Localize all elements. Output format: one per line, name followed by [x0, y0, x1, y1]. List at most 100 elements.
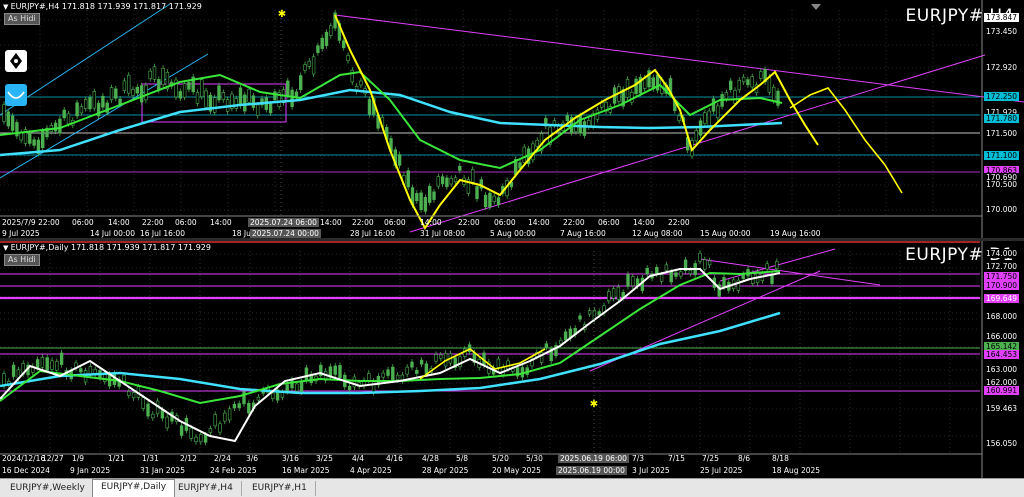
candle [141, 397, 145, 409]
d1-time-label: 7/25 [702, 454, 719, 463]
candle [290, 379, 294, 389]
d1-time-label: 8/18 [772, 454, 789, 463]
d1-date-label: 24 Feb 2025 [210, 466, 257, 475]
curve-tool-button[interactable] [5, 84, 27, 106]
channel-line [0, 53, 209, 179]
d1-time-label: 4/16 [386, 454, 403, 463]
chart-tab[interactable]: EURJPY#,H1 [244, 481, 316, 496]
candle [273, 91, 277, 101]
d1-date-label: 25 Jul 2025 [700, 466, 743, 475]
candle [669, 271, 673, 283]
candle [496, 358, 501, 368]
candle [458, 356, 462, 368]
candle [775, 261, 779, 269]
d1-time-label: 4/28 [422, 454, 439, 463]
candle [53, 122, 58, 132]
h4-date-label: 19 Aug 16:00 [770, 229, 821, 238]
candle [410, 361, 414, 368]
h4-time-label: 06:00 [175, 218, 197, 227]
candle [544, 343, 549, 348]
candle [746, 79, 750, 86]
candle [127, 391, 131, 396]
candle [694, 130, 699, 142]
candle [194, 436, 198, 443]
candle [765, 263, 769, 270]
chart-tab[interactable]: EURJPY#,Daily [92, 479, 176, 497]
h4-price-label: 173.847 [984, 13, 1020, 22]
candle [316, 45, 320, 53]
candle [2, 104, 6, 122]
d1-time-label: 5/20 [492, 454, 509, 463]
candle [247, 403, 251, 414]
d1-date-label: 20 May 2025 [492, 466, 541, 475]
candle [11, 364, 16, 377]
candle [84, 99, 88, 109]
candle [298, 75, 303, 91]
h4-time-label: 22:00 [352, 218, 374, 227]
h4-date-label: 16 Jul 16:00 [140, 229, 185, 238]
collapse-triangle-icon[interactable]: ▼ [3, 244, 11, 252]
projection-line [789, 87, 903, 194]
candle [467, 344, 472, 353]
candle [122, 375, 126, 382]
h4-date-label: 5 Aug 00:00 [490, 229, 536, 238]
chart-tab[interactable]: EURJPY#,Weekly [2, 481, 94, 496]
candle [724, 92, 729, 100]
candle [397, 154, 402, 166]
d1-ohlc-info: ▼ EURJPY#,Daily 171.818 171.939 171.817 … [3, 243, 211, 252]
candle [634, 78, 638, 94]
shift-end-marker-icon [811, 4, 821, 10]
candle [436, 176, 440, 187]
candle [256, 396, 261, 401]
candle [496, 197, 501, 206]
d1-date-label: 31 Jan 2025 [140, 466, 185, 475]
candle [157, 79, 161, 91]
candle [304, 367, 309, 381]
candle [359, 80, 363, 86]
candle [19, 132, 23, 141]
chart-tab[interactable]: EURJPY#,H4 [170, 481, 242, 496]
d1-chart-pane[interactable]: ✱ ▼ EURJPY#,Daily 171.818 171.939 171.81… [0, 241, 1024, 478]
candle [146, 403, 150, 417]
candle [405, 366, 409, 375]
d1-price-label: 174.000 [984, 249, 1020, 258]
candle [203, 434, 208, 443]
candle [367, 99, 372, 115]
candle [406, 170, 410, 188]
candle [347, 385, 352, 391]
candle [440, 176, 445, 185]
h4-time-label: 06:00 [598, 218, 620, 227]
candle [6, 111, 11, 127]
candle [50, 360, 54, 370]
h4-chart-pane[interactable]: ✱ ▼ EURJPY#,H4 171.818 171.939 171.817 1… [0, 0, 1024, 238]
candle [179, 425, 184, 436]
candle [698, 252, 702, 262]
candle [280, 392, 285, 398]
candle [522, 146, 527, 163]
candle [449, 178, 453, 185]
candle [58, 118, 62, 134]
d1-price-label: 166.000 [984, 332, 1020, 341]
h4-as-hide-button[interactable]: As Hidi [4, 13, 40, 25]
pen-tool-button[interactable] [5, 50, 27, 72]
candle [59, 352, 64, 365]
candle [371, 380, 376, 393]
d1-chart-canvas[interactable]: ✱ [0, 241, 1024, 478]
h4-chart-canvas[interactable]: ✱ [0, 0, 1024, 238]
candle [427, 186, 432, 203]
candle [218, 423, 222, 433]
candle [488, 192, 492, 208]
candle [707, 110, 711, 127]
candle [346, 55, 350, 61]
d1-time-label: 3/25 [316, 454, 333, 463]
d1-date-label: 4 Apr 2025 [350, 466, 392, 475]
cursor-marker-icon: ✱ [278, 9, 286, 20]
h4-time-label: 14:00 [210, 218, 232, 227]
candle [492, 195, 496, 202]
candle [109, 87, 114, 101]
candle [741, 273, 745, 279]
d1-as-hide-button[interactable]: As Hidi [4, 254, 40, 266]
collapse-triangle-icon[interactable]: ▼ [3, 3, 11, 11]
candle [161, 67, 165, 85]
d1-time-label: 2024/12/16 [2, 454, 46, 463]
